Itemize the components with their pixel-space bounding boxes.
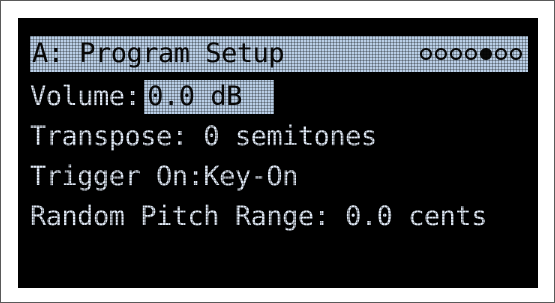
param-label: Random Pitch Range:	[30, 201, 330, 232]
param-value[interactable]: 0.0 cents	[345, 201, 487, 232]
lcd-screen: A: Program Setup Volume: 0.0 dB Transpose…	[18, 18, 538, 288]
page-indicator	[420, 48, 522, 60]
param-row-trigger-on[interactable]: Trigger On:Key-On	[30, 160, 298, 194]
device-frame: A: Program Setup Volume: 0.0 dB Transpose…	[0, 0, 555, 303]
param-value[interactable]: 0 semitones	[203, 121, 377, 152]
page-title: A: Program Setup	[32, 38, 285, 69]
page-dot-active	[480, 48, 492, 60]
param-row-random-pitch-range[interactable]: Random Pitch Range: 0.0 cents	[30, 200, 487, 234]
page-dot	[510, 48, 522, 60]
param-label: Trigger On:	[30, 161, 204, 192]
page-dot	[450, 48, 462, 60]
param-value-selected[interactable]: 0.0 dB	[144, 80, 274, 114]
param-row-volume[interactable]: Volume: 0.0 dB	[30, 80, 274, 114]
page-dot	[420, 48, 432, 60]
param-label: Transpose:	[30, 121, 188, 152]
page-dot	[495, 48, 507, 60]
param-label: Volume:	[30, 81, 141, 112]
page-dot	[465, 48, 477, 60]
title-bar: A: Program Setup	[30, 36, 528, 72]
param-value[interactable]: Key-On	[203, 161, 298, 192]
param-row-transpose[interactable]: Transpose: 0 semitones	[30, 120, 377, 154]
page-dot	[435, 48, 447, 60]
